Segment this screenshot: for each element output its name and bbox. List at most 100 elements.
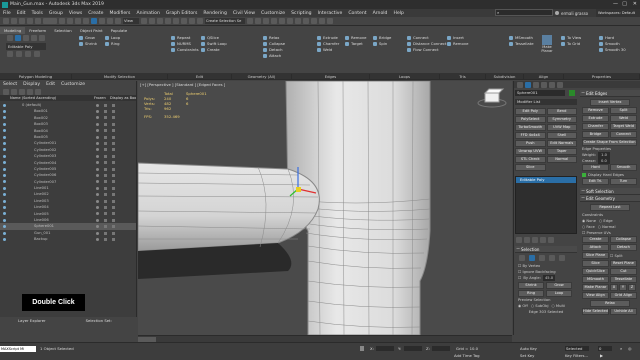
visibility-icon[interactable] (3, 142, 6, 146)
visibility-icon[interactable] (3, 154, 6, 158)
freeze-icon[interactable] (96, 173, 99, 177)
workspaces-dropdown[interactable]: Workspaces: Default (596, 9, 640, 17)
border-icon[interactable] (23, 35, 29, 41)
border-level-icon[interactable] (539, 255, 545, 261)
zoom-icon[interactable]: ⌕ (620, 346, 622, 351)
ribbon-tab-freeform[interactable]: Freeform (25, 27, 50, 34)
shrink-sel-button[interactable]: Shrink (518, 282, 544, 289)
scene-menu-select[interactable]: Select (0, 81, 20, 88)
chamfer-edge-button[interactable]: Chamfer (582, 123, 609, 130)
split-checkbox[interactable]: ☐ Split (610, 253, 623, 259)
box-display-icon[interactable] (112, 186, 115, 190)
ribbon-tab-object-paint[interactable]: Object Paint (76, 27, 107, 34)
menu-help[interactable]: Help (390, 10, 406, 17)
edit-geometry-header[interactable]: Edit Geometry (580, 195, 640, 202)
modifier-button-turbosmooth[interactable]: TurboSmooth (515, 124, 546, 131)
select-object-icon[interactable] (59, 18, 65, 24)
box-display-icon[interactable] (112, 193, 115, 197)
detach-geo-button[interactable]: Detach (610, 244, 637, 251)
preview-off-radio[interactable]: ◉ Off (518, 303, 528, 309)
visibility-icon[interactable] (3, 122, 6, 126)
renderable-icon[interactable] (104, 218, 107, 222)
user-account[interactable]: ermali grasso (555, 9, 588, 17)
display-box-column-header[interactable]: Display as Box (110, 96, 136, 100)
ribbon-tab-modeling[interactable]: Modeling (0, 27, 26, 34)
place-icon[interactable] (115, 18, 121, 24)
edge-level-icon[interactable] (529, 255, 535, 261)
menu-scripting[interactable]: Scripting (288, 10, 314, 17)
scene-tree-row[interactable]: Backup (0, 236, 136, 242)
coord-system-dropdown[interactable]: View (123, 18, 139, 24)
flow-connect-button[interactable]: Flow Connect (406, 47, 447, 53)
menu-interactive[interactable]: Interactive (315, 10, 346, 17)
hide-selected-button[interactable]: Hide Selected (582, 308, 609, 315)
edit-edges-header[interactable]: Edit Edges (580, 90, 640, 97)
menu-modifiers[interactable]: Modifiers (106, 10, 133, 17)
create-button[interactable]: Create (200, 47, 227, 53)
graphite-ribbon-icon[interactable] (279, 18, 285, 24)
make-planar-label[interactable]: Make Planar (538, 45, 556, 53)
show-end-result-icon[interactable] (524, 236, 530, 243)
tessellate-geo-button[interactable]: Tessellate (610, 276, 637, 283)
element-level-icon[interactable] (559, 255, 565, 261)
make-unique-icon[interactable] (532, 236, 538, 243)
modifier-button-normal[interactable]: Normal (546, 156, 577, 163)
rendered-frame-icon[interactable] (319, 18, 325, 24)
make-planar-icon[interactable] (542, 35, 552, 45)
minimize-icon[interactable]: — (613, 1, 618, 7)
visibility-icon[interactable] (3, 218, 6, 222)
weld-button[interactable]: Weld (316, 47, 339, 53)
edge-icon[interactable] (15, 35, 21, 41)
edit-tri-button[interactable]: Edit Tri. (582, 178, 609, 185)
freeze-icon[interactable] (96, 231, 99, 235)
modifier-button-bend[interactable]: Bend (546, 108, 577, 115)
time-slider[interactable] (138, 335, 512, 342)
box-display-icon[interactable] (112, 161, 115, 165)
display-tab-icon[interactable] (549, 81, 555, 88)
view-align-button[interactable]: View Align (582, 292, 609, 299)
spin-button[interactable]: Spin (372, 41, 391, 47)
modeling-tool-icon[interactable] (16, 51, 22, 57)
slice-plane-button[interactable]: Slice Plane (582, 252, 609, 259)
filter-icon[interactable] (35, 88, 41, 95)
box-display-icon[interactable] (112, 148, 115, 152)
renderable-icon[interactable] (104, 180, 107, 184)
relax-geo-button[interactable]: Relax (590, 300, 630, 307)
filter-icon[interactable] (27, 88, 33, 95)
select-by-name-icon[interactable] (67, 18, 73, 24)
move-icon[interactable] (91, 18, 97, 24)
percent-snap-icon[interactable] (181, 18, 187, 24)
filter-icon[interactable] (19, 88, 25, 95)
insert-vertex-button[interactable]: Insert Vertex (590, 99, 630, 106)
renderable-icon[interactable] (104, 116, 107, 120)
visibility-icon[interactable] (3, 167, 6, 171)
box-display-icon[interactable] (112, 218, 115, 222)
visibility-icon[interactable] (3, 193, 6, 197)
modifier-button-stl-check[interactable]: STL Check (515, 156, 546, 163)
box-display-icon[interactable] (112, 199, 115, 203)
menu-graph-editors[interactable]: Graph Editors (163, 10, 201, 17)
modify-tab-icon[interactable] (525, 81, 531, 88)
visibility-icon[interactable] (3, 148, 6, 152)
renderable-icon[interactable] (104, 103, 107, 107)
window-crossing-icon[interactable] (83, 18, 89, 24)
grow-sel-button[interactable]: Grow (546, 282, 572, 289)
element-icon[interactable] (39, 35, 45, 41)
cut-button[interactable]: Cut (610, 268, 637, 275)
selection-region-icon[interactable] (75, 18, 81, 24)
modifier-button-uvw-map[interactable]: UVW Map (546, 124, 577, 131)
object-name-field[interactable]: Sphere001 (515, 90, 565, 96)
visibility-icon[interactable] (3, 116, 6, 120)
visibility-icon[interactable] (3, 103, 6, 107)
modifier-button-symmetry[interactable]: Symmetry (546, 116, 577, 123)
box-display-icon[interactable] (112, 154, 115, 158)
scale-icon[interactable] (107, 18, 113, 24)
visibility-icon[interactable] (3, 129, 6, 133)
freeze-icon[interactable] (96, 237, 99, 241)
angle-spinner[interactable]: 45.0 (542, 275, 556, 281)
freeze-icon[interactable] (96, 167, 99, 171)
create-shape-button[interactable]: Create Shape From Selection (582, 139, 637, 146)
curve-editor-icon[interactable] (287, 18, 293, 24)
freeze-icon[interactable] (96, 116, 99, 120)
collapse-geo-button[interactable]: Collapse (610, 236, 637, 243)
